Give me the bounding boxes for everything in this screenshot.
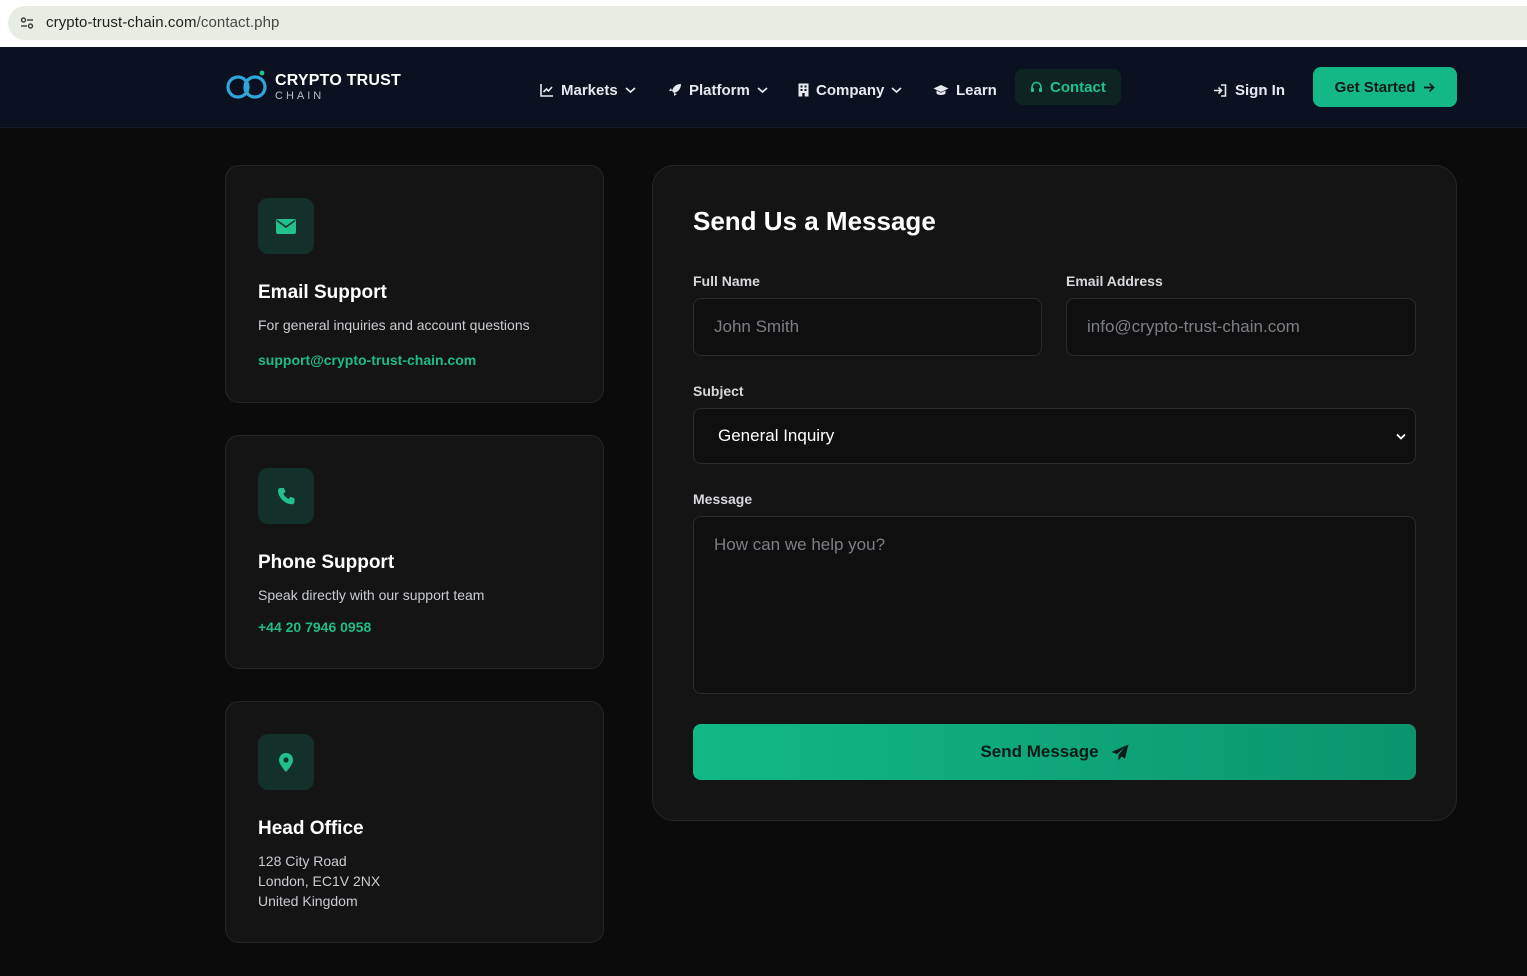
form-title: Send Us a Message: [693, 206, 936, 236]
nav-markets[interactable]: Markets: [540, 73, 636, 107]
brand-name: CRYPTO TRUST: [275, 71, 401, 89]
head-office-title: Head Office: [258, 818, 364, 839]
card-icon-box: [258, 734, 314, 790]
card-icon-box: [258, 468, 314, 524]
support-email-link[interactable]: support@crypto-trust-chain.com: [258, 352, 476, 368]
infinity-logo-icon: [226, 70, 267, 99]
full-name-label: Full Name: [693, 273, 760, 289]
nav-learn-label: Learn: [956, 81, 997, 99]
brand-sub: CHAIN: [275, 89, 325, 102]
message-textarea[interactable]: [693, 516, 1416, 694]
get-started-button[interactable]: Get Started: [1313, 67, 1457, 107]
nav-platform[interactable]: Platform: [668, 73, 768, 107]
chevron-down-icon: [891, 87, 902, 94]
brand-logo[interactable]: CRYPTO TRUST CHAIN: [226, 69, 401, 105]
card-icon-box: [258, 198, 314, 254]
email-address-input[interactable]: [1066, 298, 1416, 356]
nav-markets-label: Markets: [561, 81, 618, 99]
send-message-label: Send Message: [980, 742, 1099, 761]
chart-line-icon: [540, 84, 553, 97]
building-icon: [798, 83, 809, 97]
get-started-label: Get Started: [1334, 78, 1416, 96]
phone-support-title: Phone Support: [258, 552, 395, 573]
sign-in-link[interactable]: Sign In: [1213, 73, 1285, 107]
nav-company[interactable]: Company: [798, 73, 902, 107]
email-support-card: Email Support For general inquiries and …: [225, 165, 604, 403]
rocket-icon: [669, 84, 681, 96]
site-settings-icon[interactable]: [19, 15, 35, 31]
sign-in-label: Sign In: [1235, 81, 1285, 99]
address-line-2: London, EC1V 2NX: [258, 873, 381, 889]
nav-learn[interactable]: Learn: [933, 73, 997, 107]
support-phone-link[interactable]: +44 20 7946 0958: [258, 619, 371, 635]
arrow-right-icon: [1424, 82, 1436, 92]
email-support-title: Email Support: [258, 282, 387, 303]
subject-label: Subject: [693, 383, 744, 399]
nav-contact[interactable]: Contact: [1015, 69, 1121, 105]
subject-select[interactable]: General Inquiry: [693, 408, 1416, 464]
sign-in-icon: [1214, 83, 1227, 97]
address-line-3: United Kingdom: [258, 893, 358, 909]
phone-icon: [277, 487, 294, 504]
envelope-icon: [276, 218, 296, 234]
phone-support-desc: Speak directly with our support team: [258, 587, 485, 603]
map-pin-icon: [279, 752, 293, 772]
nav-company-label: Company: [816, 81, 885, 99]
subject-selected-value: General Inquiry: [718, 426, 835, 445]
graduation-cap-icon: [933, 84, 949, 95]
url-domain: crypto-trust-chain.com: [46, 14, 197, 31]
paper-plane-icon: [1111, 744, 1129, 760]
address-line-1: 128 City Road: [258, 853, 347, 869]
chevron-down-icon: [625, 87, 636, 94]
chevron-down-icon: [757, 87, 768, 94]
headset-icon: [1031, 81, 1042, 92]
nav-contact-label: Contact: [1050, 78, 1106, 96]
url-field[interactable]: crypto-trust-chain.com/contact.php: [8, 6, 1527, 40]
send-message-button[interactable]: Send Message: [693, 724, 1416, 780]
browser-address-bar: crypto-trust-chain.com/contact.php: [0, 0, 1527, 47]
head-office-card: Head Office 128 City Road London, EC1V 2…: [225, 701, 604, 943]
nav-platform-label: Platform: [689, 81, 750, 99]
site-navbar: CRYPTO TRUST CHAIN Markets Platform Comp…: [0, 47, 1527, 128]
contact-form-card: Send Us a Message Full Name Email Addres…: [652, 165, 1457, 821]
url-text[interactable]: crypto-trust-chain.com/contact.php: [46, 14, 280, 31]
chevron-down-icon: [1396, 433, 1406, 440]
phone-support-card: Phone Support Speak directly with our su…: [225, 435, 604, 669]
email-support-desc: For general inquiries and account questi…: [258, 317, 530, 333]
email-address-label: Email Address: [1066, 273, 1163, 289]
url-path: /contact.php: [196, 14, 280, 31]
message-label: Message: [693, 491, 753, 507]
full-name-input[interactable]: [693, 298, 1042, 356]
